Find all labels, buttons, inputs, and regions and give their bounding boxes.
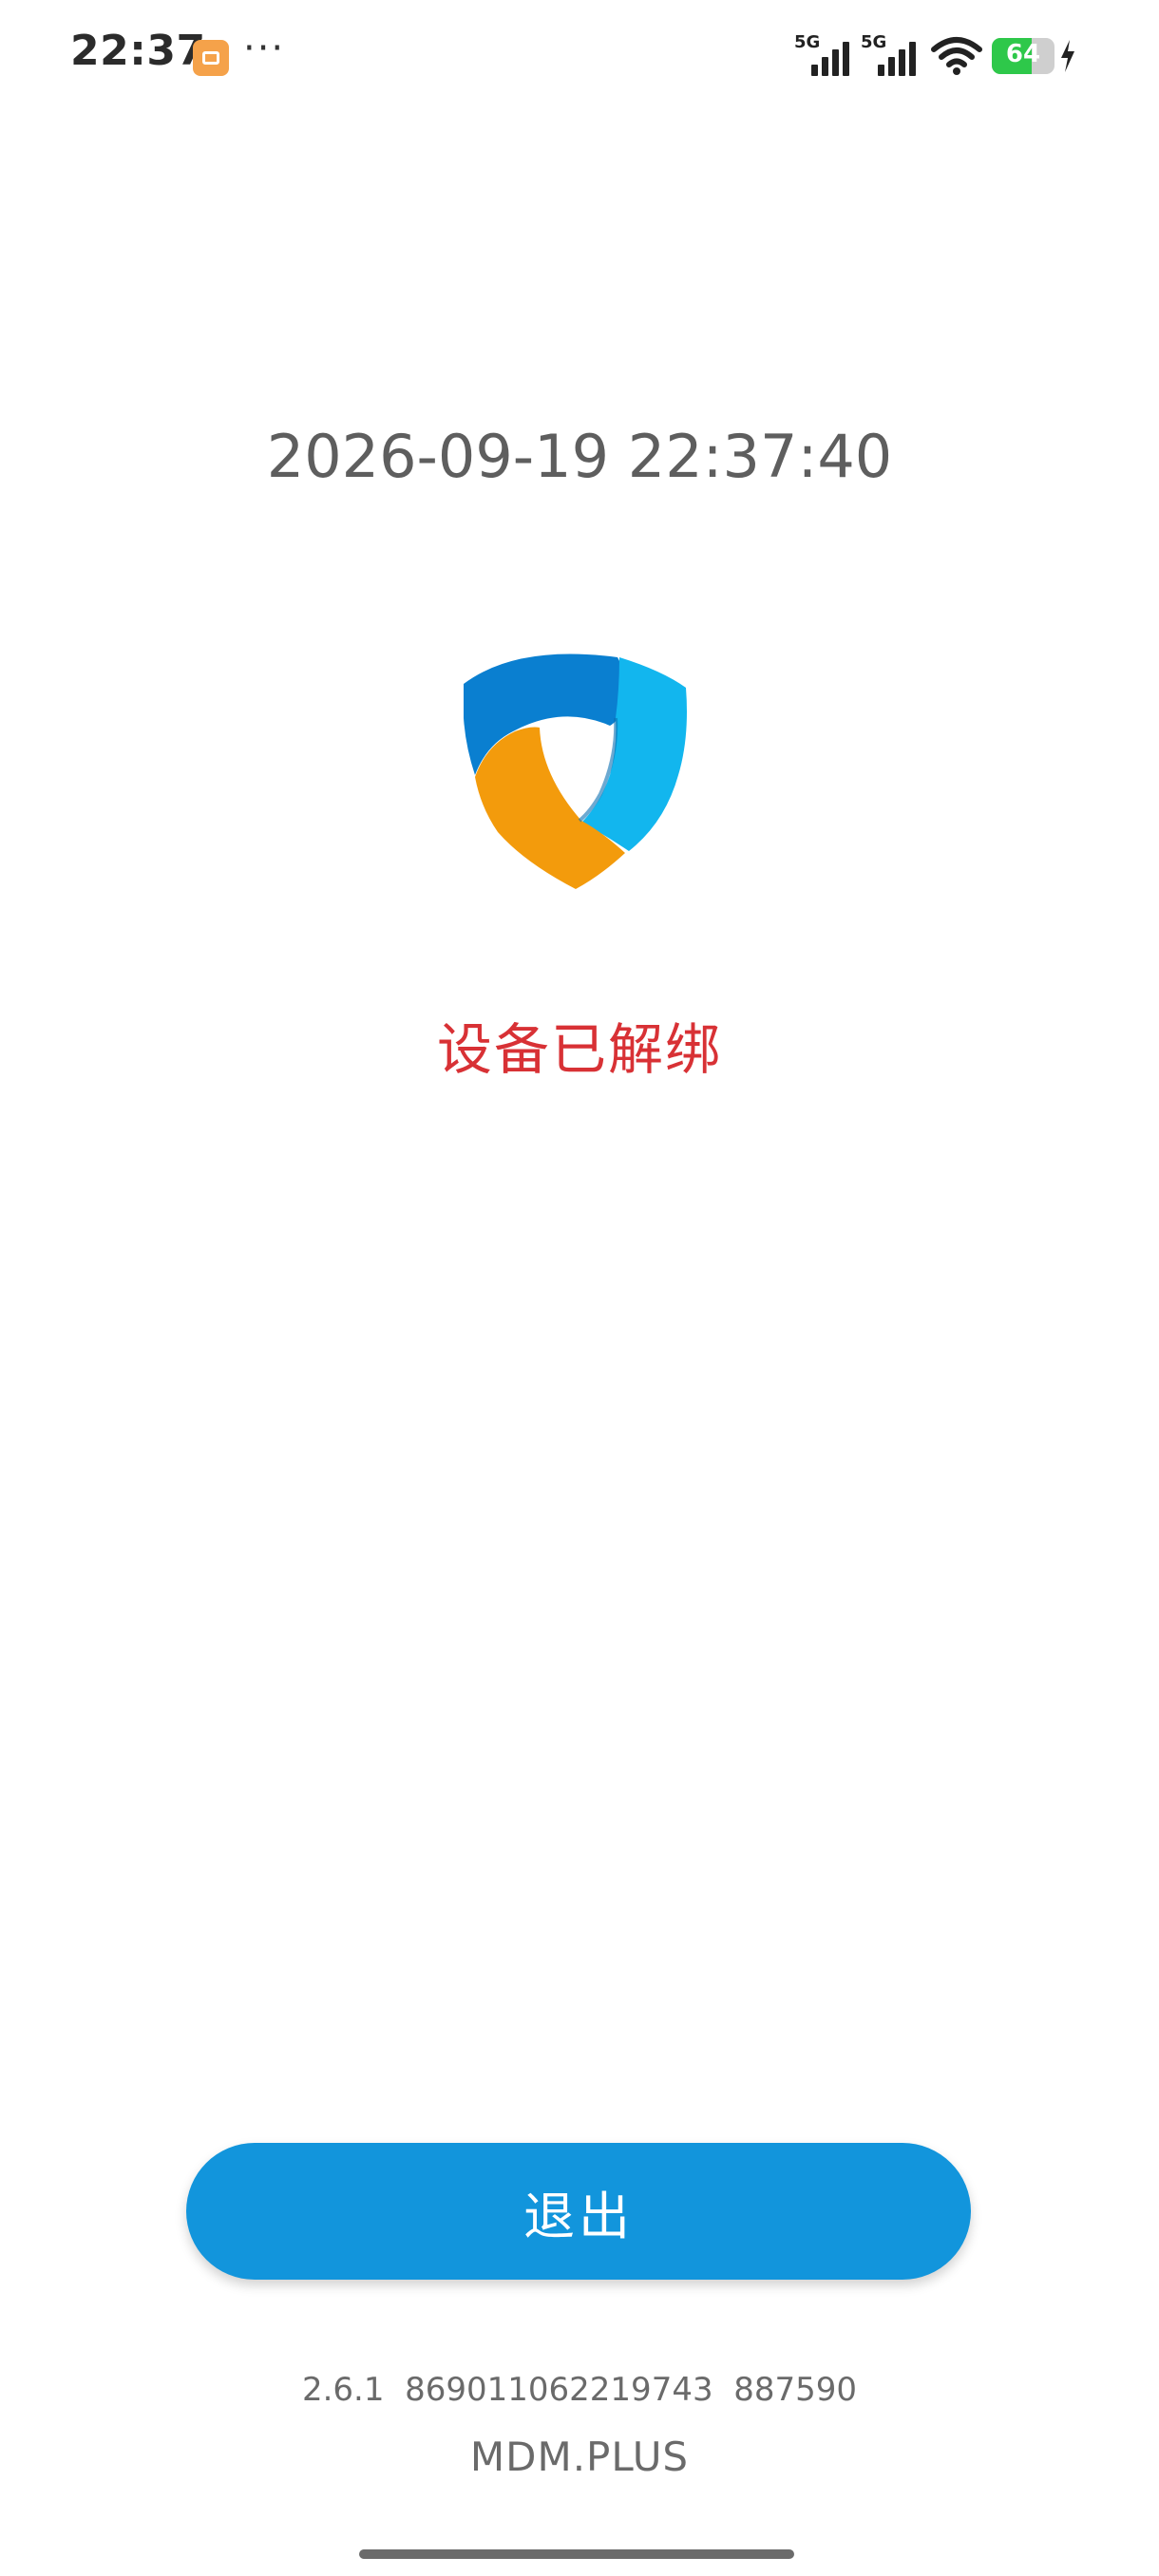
home-indicator[interactable]: [359, 2549, 794, 2559]
wifi-icon: [931, 37, 982, 75]
network-type-label: 5G: [794, 32, 821, 52]
calendar-app-icon: [193, 40, 229, 76]
charging-bolt-icon: [1061, 40, 1074, 72]
current-datetime: 2026-09-19 22:37:40: [266, 422, 893, 491]
more-notifications-icon: ···: [243, 27, 286, 70]
battery-icon: 64: [992, 38, 1054, 74]
version-info: 2.6.1 869011062219743 887590: [301, 2371, 857, 2409]
brand-label: MDM.PLUS: [469, 2434, 690, 2480]
shield-logo-icon: [464, 653, 687, 889]
battery-percent: 64: [1005, 40, 1041, 68]
signal-strength-icon: 5G: [794, 32, 855, 76]
device-unbound-message: 设备已解绑: [436, 1017, 722, 1082]
exit-button[interactable]: 退出: [186, 2143, 971, 2280]
network-type-label: 5G: [861, 32, 887, 52]
status-time: 22:37: [70, 27, 206, 75]
status-bar: 22:37 ··· 5G 5G 64: [0, 0, 1159, 114]
signal-strength-icon: 5G: [861, 32, 922, 76]
